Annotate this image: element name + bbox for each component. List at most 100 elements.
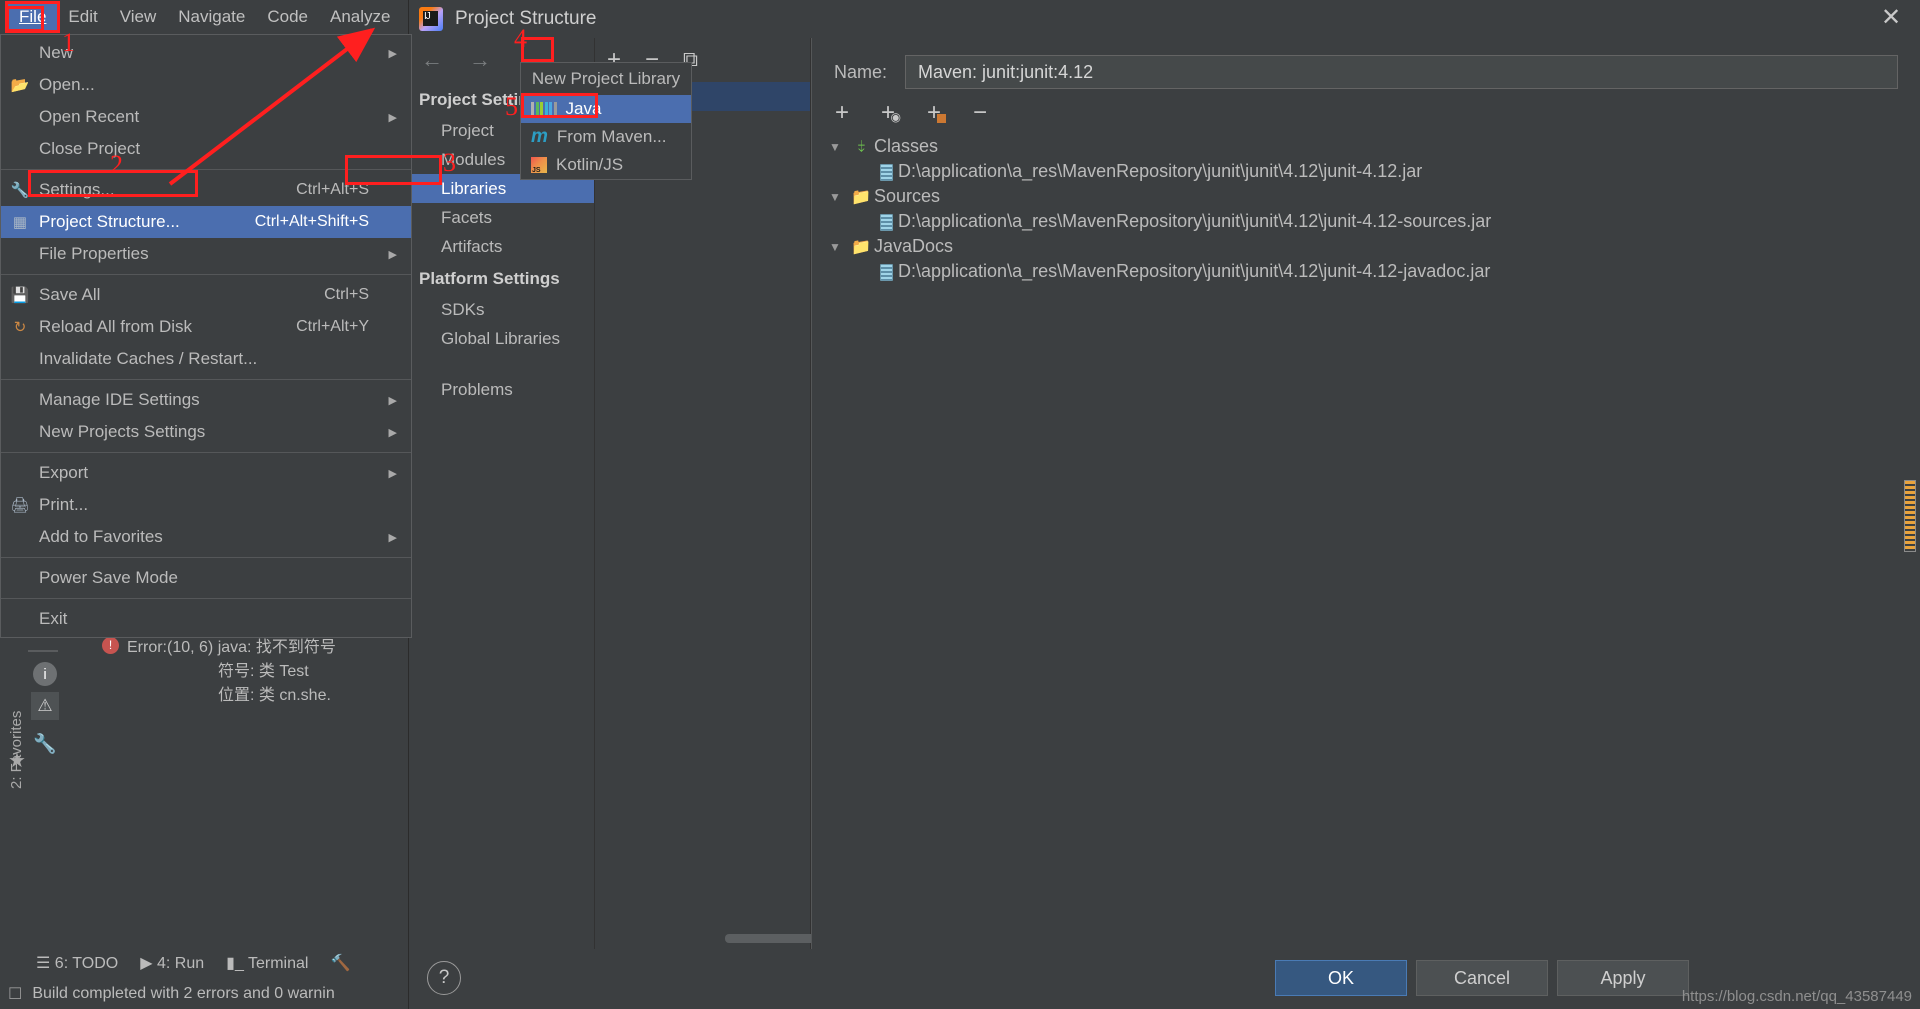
sidebar-item-facets[interactable]: Facets [409,203,594,232]
dialog-titlebar: IJ Project Structure [409,0,1920,38]
menu-item-label: Invalidate Caches / Restart... [39,349,257,369]
chevron-right-icon: ▶ [389,248,397,261]
error-stripe-scrollbar[interactable] [1904,480,1916,552]
menu-separator [1,598,411,599]
library-name-row: Name: Maven: junit:junit:4.12 [812,52,1920,92]
menu-item-open[interactable]: 📂 Open... [1,69,411,101]
tree-leaf-javadocs-jar[interactable]: D:\application\a_res\MavenRepository\jun… [822,259,1920,284]
info-icon[interactable]: i [33,662,57,686]
nav-item-label: Problems [441,380,513,400]
menu-item-settings[interactable]: 🔧 Settings... Ctrl+Alt+S [1,174,411,206]
menu-item-shortcut: Ctrl+Alt+S [296,181,369,199]
add-root-button[interactable]: + [828,99,856,127]
chevron-right-icon: ▶ [389,426,397,439]
status-item-terminal[interactable]: ▮_ Terminal [226,953,308,973]
add-sources-root-button[interactable]: + [920,99,948,127]
javadocs-icon: 📁 [848,237,874,257]
build-tree-detail-1: 符号: 类 Test [28,657,338,681]
sidebar-item-global-libraries[interactable]: Global Libraries [409,324,594,353]
tree-leaf-label: D:\application\a_res\MavenRepository\jun… [898,211,1491,232]
menu-navigate-label: Navigate [178,7,245,26]
popup-item-from-maven[interactable]: m From Maven... [521,123,691,151]
back-arrow-icon[interactable]: ← [421,47,443,73]
status-item-run[interactable]: ▶ 4: Run [140,953,204,973]
menu-item-reload-all-from-disk[interactable]: ↻ Reload All from Disk Ctrl+Alt+Y [1,311,411,343]
menu-item-close-project[interactable]: Close Project [1,133,411,165]
menu-item-label: Exit [39,609,67,629]
menu-item-shortcut: Ctrl+S [324,286,369,304]
new-library-popup: New Project Library Java m From Maven...… [520,62,692,180]
menu-item-shortcut: Ctrl+Alt+Shift+S [255,213,369,231]
nav-item-label: Global Libraries [441,329,560,349]
help-button[interactable]: ? [427,961,461,995]
tree-leaf-sources-jar[interactable]: D:\application\a_res\MavenRepository\jun… [822,209,1920,234]
popup-item-java[interactable]: Java [521,95,691,123]
sidebar-item-sdks[interactable]: SDKs [409,295,594,324]
star-icon[interactable]: ★ [8,748,26,773]
menubar-item-code[interactable]: Code [256,4,319,30]
menu-file-label: File [19,7,46,26]
popup-item-kotlin-js[interactable]: Kotlin/JS [521,151,691,179]
watermark-text: https://blog.csdn.net/qq_43587449 [1682,988,1912,1005]
menu-item-label: Export [39,463,88,483]
chevron-right-icon: ▶ [389,111,397,124]
menu-separator [1,169,411,170]
menu-item-exit[interactable]: Exit [1,603,411,635]
build-tree-detail-2: 位置: 类 cn.she. [28,681,338,705]
menu-item-manage-ide-settings[interactable]: Manage IDE Settings ▶ [1,384,411,416]
maven-icon: m [531,126,548,148]
chevron-down-icon[interactable]: ▼ [822,240,848,254]
menu-item-invalidate-caches[interactable]: Invalidate Caches / Restart... [1,343,411,375]
settings-wrench-icon[interactable]: 🔧 [33,732,57,756]
close-icon[interactable]: ✕ [1878,6,1904,32]
sidebar-item-problems[interactable]: Problems [409,375,594,404]
menu-separator [1,452,411,453]
tree-leaf-label: D:\application\a_res\MavenRepository\jun… [898,261,1490,282]
warning-icon[interactable]: ⚠ [31,692,59,720]
chevron-down-icon[interactable]: ▼ [822,140,848,154]
nav-item-label: SDKs [441,300,484,320]
folder-open-icon: 📂 [9,76,31,94]
menubar-item-view[interactable]: View [109,4,168,30]
library-name-input[interactable]: Maven: junit:junit:4.12 [905,55,1898,89]
chevron-right-icon: ▶ [389,394,397,407]
build-hammer-icon[interactable]: 🔨 [330,953,350,973]
menu-item-save-all[interactable]: 💾 Save All Ctrl+S [1,279,411,311]
menu-item-power-save-mode[interactable]: Power Save Mode [1,562,411,594]
tree-node-javadocs[interactable]: ▼ 📁 JavaDocs [822,234,1920,259]
sources-icon: 📁 [848,187,874,207]
chevron-down-icon[interactable]: ▼ [822,190,848,204]
menu-item-new[interactable]: New ▶ [1,37,411,69]
menubar-item-navigate[interactable]: Navigate [167,4,256,30]
build-status-icon: ☐ [8,984,22,1004]
tree-node-classes[interactable]: ▼ ⤈ Classes [822,134,1920,159]
menu-separator [1,274,411,275]
menu-item-project-structure[interactable]: ▦ Project Structure... Ctrl+Alt+Shift+S [1,206,411,238]
remove-root-button[interactable]: − [966,99,994,127]
cancel-button[interactable]: Cancel [1416,960,1548,996]
add-classes-root-button[interactable]: +◉ [874,99,902,127]
print-icon: 🖨 [9,496,31,514]
menu-item-new-projects-settings[interactable]: New Projects Settings ▶ [1,416,411,448]
menu-item-open-recent[interactable]: Open Recent ▶ [1,101,411,133]
jar-icon [874,261,898,282]
ok-button[interactable]: OK [1275,960,1407,996]
forward-arrow-icon[interactable]: → [469,47,491,73]
menu-view-label: View [120,7,157,26]
tree-leaf-classes-jar[interactable]: D:\application\a_res\MavenRepository\jun… [822,159,1920,184]
menubar-item-file[interactable]: File [8,4,57,30]
menu-item-add-to-favorites[interactable]: Add to Favorites ▶ [1,521,411,553]
menu-item-export[interactable]: Export ▶ [1,457,411,489]
menu-item-print[interactable]: 🖨 Print... [1,489,411,521]
tree-node-sources[interactable]: ▼ 📁 Sources [822,184,1920,209]
tree-node-label: Classes [874,136,938,157]
status-item-todo[interactable]: ☰ 6: TODO [36,953,118,973]
menubar-item-analyze[interactable]: Analyze [319,4,401,30]
menu-item-label: New Projects Settings [39,422,205,442]
apply-button[interactable]: Apply [1557,960,1689,996]
menu-separator [1,557,411,558]
classes-badge-icon: ◉ [891,110,901,124]
menubar-item-edit[interactable]: Edit [57,4,108,30]
sidebar-item-artifacts[interactable]: Artifacts [409,232,594,261]
menu-item-file-properties[interactable]: File Properties ▶ [1,238,411,270]
